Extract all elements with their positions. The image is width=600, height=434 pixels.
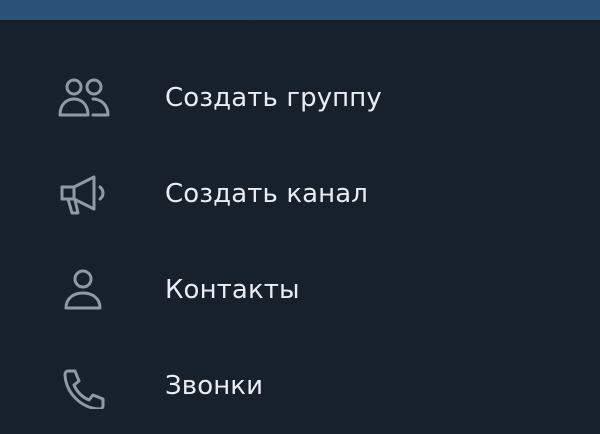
menu-item-label: Создать канал [165,179,369,209]
top-bar [0,0,600,20]
side-menu: Создать группу Создать канал Контакты Зв… [0,50,600,434]
menu-item-label: Контакты [165,275,300,305]
phone-icon [56,363,112,409]
megaphone-icon [56,171,112,217]
menu-item-calls[interactable]: Звонки [0,338,600,434]
menu-item-create-group[interactable]: Создать группу [0,50,600,146]
menu-item-contacts[interactable]: Контакты [0,242,600,338]
menu-item-label: Создать группу [165,83,382,113]
contact-icon [56,267,112,313]
top-bar-shadow [0,20,600,26]
menu-item-label: Звонки [165,371,264,401]
menu-item-create-channel[interactable]: Создать канал [0,146,600,242]
group-icon [56,75,112,121]
